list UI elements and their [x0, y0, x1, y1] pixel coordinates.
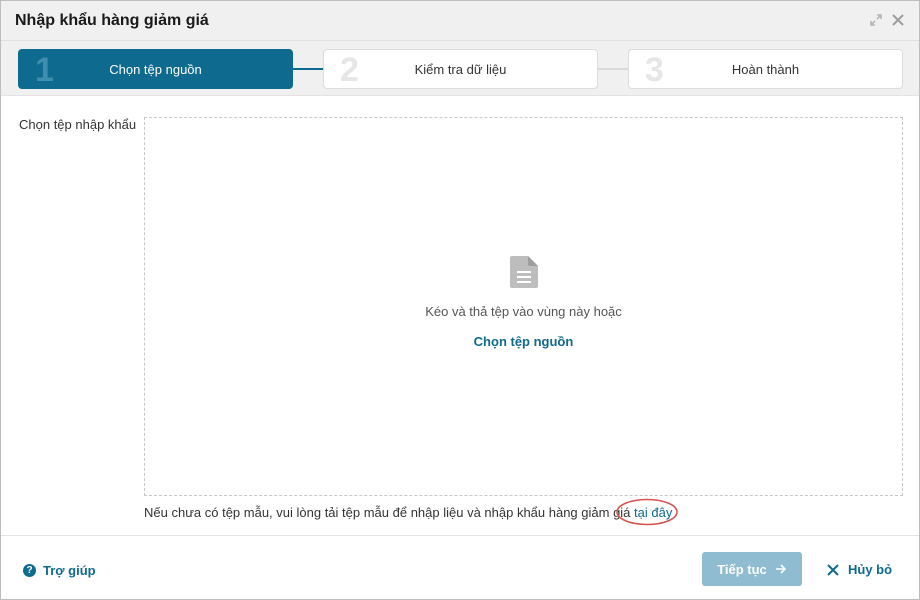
highlight-oval	[616, 498, 678, 526]
stepper: 1 Chọn tệp nguồn 2 Kiểm tra dữ liệu 3 Ho…	[1, 41, 919, 96]
step-connector	[293, 68, 324, 70]
arrow-right-icon	[775, 564, 786, 574]
step-connector	[597, 68, 628, 70]
next-label: Tiếp tục	[717, 561, 767, 577]
step-label: Chọn tệp nguồn	[109, 62, 202, 77]
dialog-footer: ? Trợ giúp Tiếp tục Hủy bỏ	[1, 535, 919, 599]
step-label: Kiểm tra dữ liệu	[414, 62, 507, 77]
close-icon	[827, 563, 839, 576]
cancel-button[interactable]: Hủy bỏ	[827, 562, 892, 577]
question-icon: ?	[23, 564, 36, 577]
help-button[interactable]: ? Trợ giúp	[23, 563, 96, 578]
step-1[interactable]: 1 Chọn tệp nguồn	[18, 49, 293, 89]
dropzone-instruction: Kéo và thả tệp vào vùng này hoặc	[425, 304, 622, 319]
next-button[interactable]: Tiếp tục	[702, 552, 802, 586]
step-label: Hoàn thành	[731, 62, 800, 77]
dialog-header: Nhập khẩu hàng giảm giá	[1, 1, 919, 41]
file-icon	[510, 256, 538, 288]
expand-icon[interactable]	[869, 13, 883, 27]
choose-file-link[interactable]: Chọn tệp nguồn	[145, 334, 902, 349]
template-note: Nếu chưa có tệp mẫu, vui lòng tải tệp mẫ…	[144, 505, 672, 520]
help-label: Trợ giúp	[43, 563, 96, 578]
import-dialog: Nhập khẩu hàng giảm giá 1 Chọn tệp nguồn…	[0, 0, 920, 600]
close-icon[interactable]	[891, 13, 905, 27]
cancel-label: Hủy bỏ	[848, 562, 893, 577]
step-2[interactable]: 2 Kiểm tra dữ liệu	[323, 49, 598, 89]
template-note-text: Nếu chưa có tệp mẫu, vui lòng tải tệp mẫ…	[144, 505, 631, 520]
field-label: Chọn tệp nhập khẩu	[19, 117, 137, 132]
step-3[interactable]: 3 Hoàn thành	[628, 49, 903, 89]
file-dropzone[interactable]: Kéo và thả tệp vào vùng này hoặc Chọn tệ…	[144, 117, 903, 496]
dialog-title: Nhập khẩu hàng giảm giá	[15, 12, 209, 29]
